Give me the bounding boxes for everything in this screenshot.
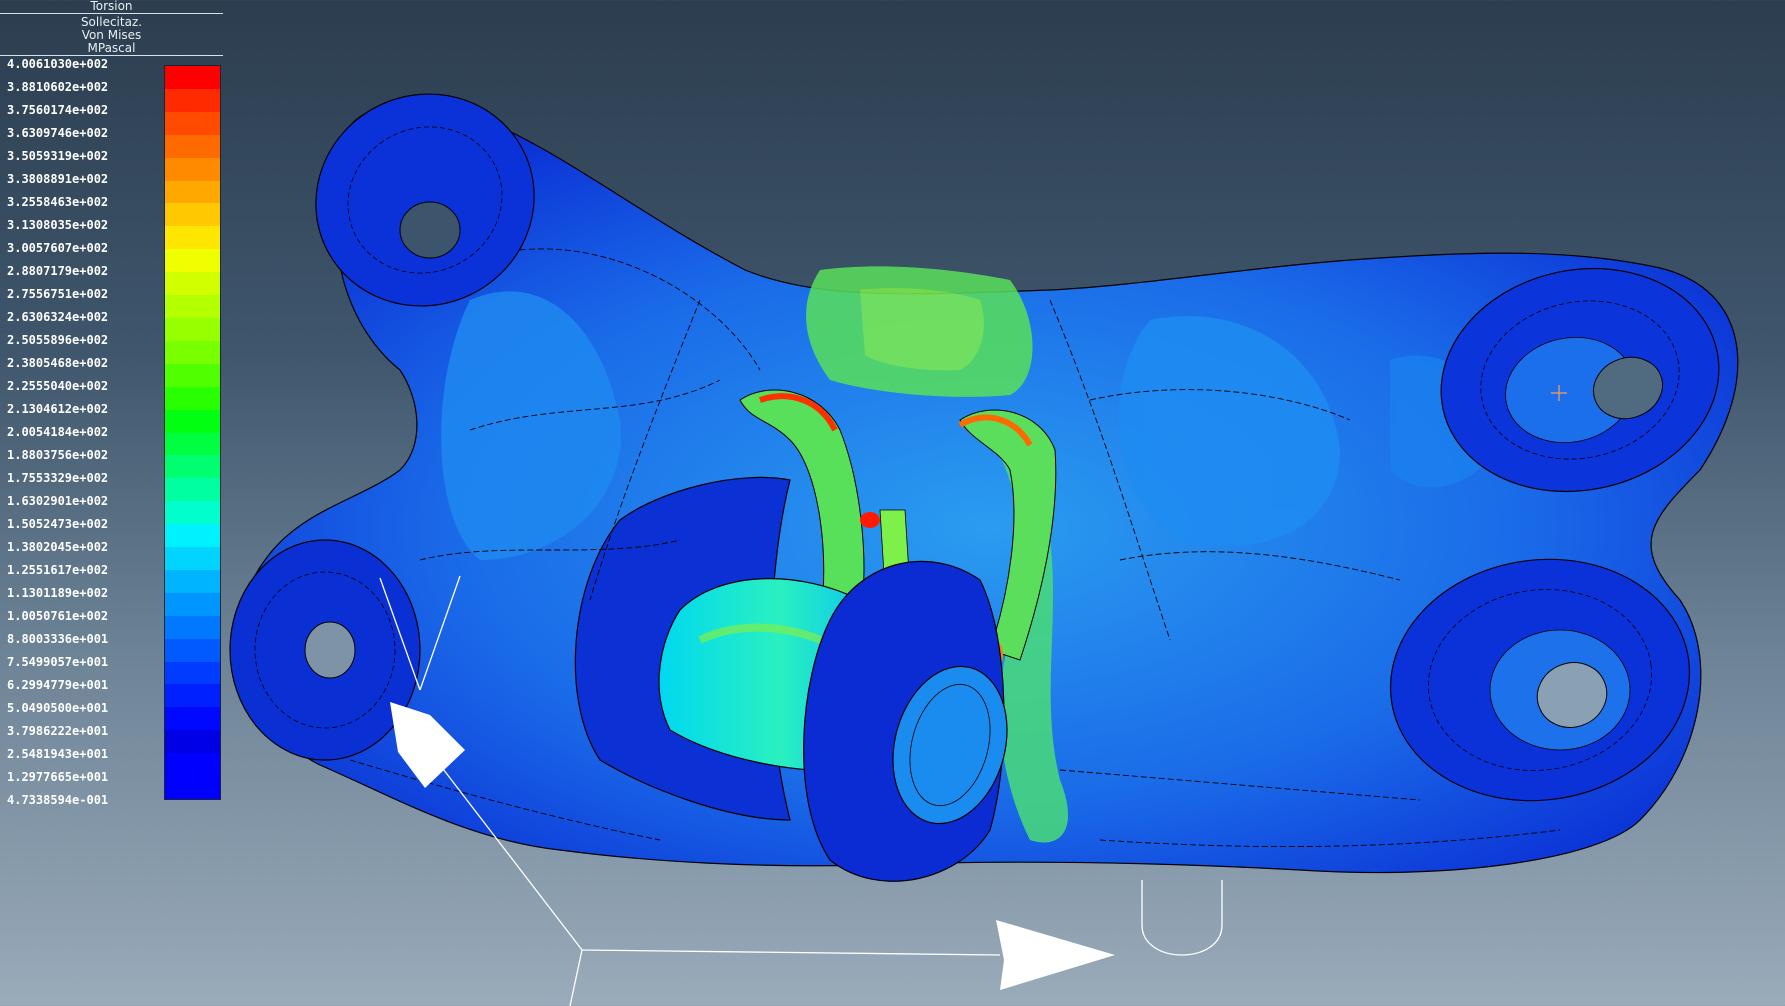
color-swatch (165, 203, 220, 227)
scale-value-label: 2.5481943e+001 (7, 747, 109, 761)
scale-value-label: 2.1304612e+002 (7, 402, 109, 416)
scale-value-label: 2.8807179e+002 (7, 264, 109, 278)
scale-value-label: 3.5059319e+002 (7, 149, 109, 163)
scale-value-label: 3.6309746e+002 (7, 126, 109, 140)
color-swatch (165, 592, 220, 616)
scale-value-label: 5.0490500e+001 (7, 701, 109, 715)
scale-value-label: 1.5052473e+002 (7, 517, 109, 531)
color-swatch (165, 478, 220, 502)
scale-value-label: 3.2558463e+002 (7, 195, 109, 209)
color-swatch (165, 66, 220, 89)
color-swatch (165, 226, 220, 250)
color-swatch (165, 569, 220, 593)
scale-value-label: 3.3808891e+002 (7, 172, 109, 186)
color-swatch (165, 386, 220, 410)
scale-value-label: 2.0054184e+002 (7, 425, 109, 439)
scale-value-label: 1.3802045e+002 (7, 540, 109, 554)
scale-value-label: 1.2977665e+001 (7, 770, 109, 784)
color-swatch (165, 684, 220, 708)
color-swatch (165, 501, 220, 525)
scale-value-label: 1.1301189e+002 (7, 586, 109, 600)
upper-left-hole (399, 201, 461, 259)
scale-value-label: 2.5055896e+002 (7, 333, 109, 347)
scale-value-label: 2.6306324e+002 (7, 310, 109, 324)
color-swatch (165, 340, 220, 364)
color-swatch (165, 615, 220, 639)
color-swatch (165, 88, 220, 112)
color-swatch (165, 157, 220, 181)
scale-value-label: 8.8003336e+001 (7, 632, 109, 646)
color-swatch (165, 707, 220, 731)
scale-value-label: 2.2555040e+002 (7, 379, 109, 393)
color-swatch (165, 524, 220, 548)
load-case-name: Torsion (90, 0, 133, 13)
color-swatch (165, 776, 220, 799)
color-swatch (165, 661, 220, 685)
scale-value-label: 1.8803756e+002 (7, 448, 109, 462)
color-swatch (165, 134, 220, 158)
scale-value-label: 7.5499057e+001 (7, 655, 109, 669)
scale-value-label: 1.7553329e+002 (7, 471, 109, 485)
color-swatch (165, 730, 220, 754)
color-swatch (165, 111, 220, 135)
color-swatch (165, 409, 220, 433)
scale-value-label: 3.7560174e+002 (7, 103, 109, 117)
color-swatch (165, 272, 220, 296)
scale-value-label: 3.7986222e+001 (7, 724, 109, 738)
scale-value-label: 1.6302901e+002 (7, 494, 109, 508)
scale-value-label: 1.2551617e+002 (7, 563, 109, 577)
model-viewport[interactable] (0, 0, 1785, 1006)
stress-legend: Torsion Sollecitaz. Von Mises MPascal 4.… (0, 0, 226, 815)
scale-value-label: 2.7556751e+002 (7, 287, 109, 301)
color-swatch (165, 455, 220, 479)
color-swatch (165, 432, 220, 456)
lower-left-hole (304, 621, 356, 679)
scale-value-label: 4.0061030e+002 (7, 57, 109, 71)
color-scale-bar (164, 65, 221, 800)
color-swatch (165, 180, 220, 204)
scale-value-label: 3.0057607e+002 (7, 241, 109, 255)
scale-value-label: 4.7338594e-001 (7, 793, 109, 807)
color-swatch (165, 363, 220, 387)
legend-divider (0, 13, 223, 14)
legend-divider (0, 55, 223, 56)
lower-left-lug[interactable] (229, 539, 421, 761)
scale-value-label: 3.1308035e+002 (7, 218, 109, 232)
color-swatch (165, 317, 220, 341)
result-unit: MPascal (87, 41, 136, 55)
fem-model[interactable] (0, 0, 1785, 1006)
scale-value-label: 6.2994779e+001 (7, 678, 109, 692)
color-swatch (165, 638, 220, 662)
color-swatch (165, 547, 220, 570)
scale-value-label: 3.8810602e+002 (7, 80, 109, 94)
color-swatch (165, 753, 220, 777)
scale-value-label: 2.3805468e+002 (7, 356, 109, 370)
color-swatch (165, 295, 220, 318)
color-swatch (165, 249, 220, 273)
scale-value-label: 1.0050761e+002 (7, 609, 109, 623)
